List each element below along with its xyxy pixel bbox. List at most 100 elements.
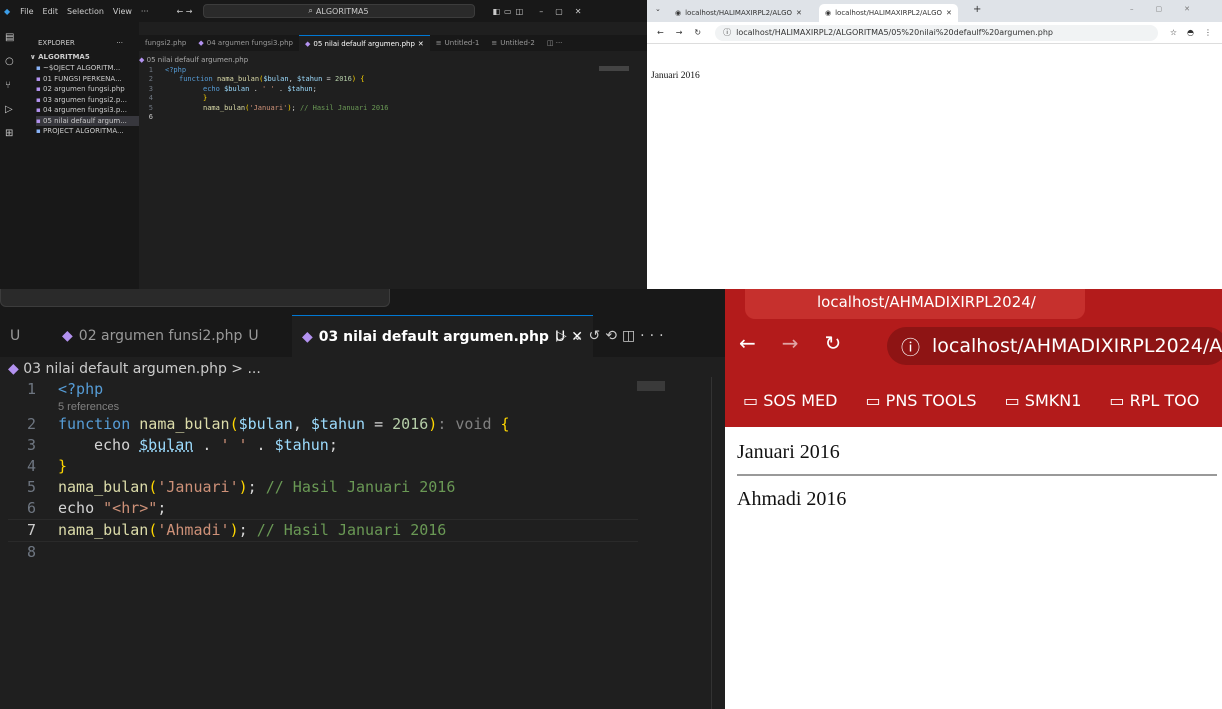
line-number: 6 — [148, 113, 153, 122]
tab-status: U — [248, 328, 259, 344]
command-center[interactable] — [0, 289, 390, 307]
url-text: localhost/HALIMAXIRPL2/ALGORITMA5/05%20n… — [736, 28, 1053, 37]
code-editor[interactable]: 1 <?php 5 references 2 function nama_bulan… — [8, 379, 638, 563]
bookmarks-bar: ▭ SOS MED ▭ PNS TOOLS ▭ SMKN1 ▭ RPL TOO — [743, 391, 1199, 410]
tree-item-selected[interactable]: ▪ 05 nilai defaulf argum... — [36, 115, 139, 126]
nav-buttons[interactable]: ←→↻ — [657, 28, 713, 37]
horizontal-rule — [737, 474, 1217, 476]
url-text: localhost/AHMADIXIRPL2024/ALG — [932, 335, 1222, 357]
tab-nilai-defaulf[interactable]: ◆ 05 nilai defaulf argumen.php ✕ — [298, 35, 430, 51]
minimap[interactable] — [637, 381, 665, 391]
text-file-icon: ≡ — [491, 39, 498, 47]
scrollbar[interactable] — [711, 377, 725, 709]
folder-icon: ▭ — [865, 391, 881, 410]
globe-icon: ◉ — [675, 9, 682, 17]
tree-item[interactable]: ▪ PROJECT ALGORITMA... — [36, 126, 139, 137]
menu-view[interactable]: View — [113, 7, 132, 16]
bookmark-sos-med[interactable]: ▭ SOS MED — [743, 391, 837, 410]
breadcrumb[interactable]: ◆ 03 nilai default argumen.php > ... — [8, 361, 261, 377]
breadcrumb-file: 05 nilai defaulf argumen.php — [146, 56, 249, 64]
back-icon: ← — [739, 331, 756, 355]
tab-untitled-2[interactable]: ≡ Untitled-2 — [485, 35, 541, 51]
bookmark-pns-tools[interactable]: ▭ PNS TOOLS — [865, 391, 976, 410]
folder-icon: ▭ — [1004, 391, 1020, 410]
tab-fungsi2[interactable]: fungsi2.php — [139, 35, 192, 51]
tab-argumen-funsi2[interactable]: ◆ 02 argumen funsi2.php U — [52, 315, 269, 357]
tree-item[interactable]: ▪ ~$OJECT ALGORITM... — [36, 63, 139, 74]
output-line-1: Januari 2016 — [737, 441, 840, 463]
address-bar[interactable]: ⓘ localhost/AHMADIXIRPL2024/ALG — [887, 327, 1222, 365]
close-icon[interactable]: ✕ — [418, 40, 424, 48]
window-controls[interactable]: –▢✕ — [539, 7, 593, 16]
tab-search-icon[interactable]: ⌄ — [655, 5, 661, 13]
breadcrumb[interactable]: ◆ 05 nilai defaulf argumen.php — [139, 56, 248, 64]
new-tab-icon[interactable]: + — [973, 4, 981, 15]
chrome-header: localhost/AHMADIXIRPL2024/ ← → ↻ ⓘ localhos… — [725, 289, 1222, 427]
php-icon: ◆ — [62, 328, 73, 344]
code-editor[interactable]: 1 <?php 2 function nama_bulan($bulan, $tah… — [139, 66, 389, 122]
title-bar: ◆ File Edit Selection View ··· ← → ⌕ ALG… — [0, 0, 647, 22]
php-icon: ◆ — [302, 328, 313, 345]
line-number: 4 — [148, 94, 153, 103]
command-center-search[interactable]: ⌕ ALGORITMA5 — [202, 4, 475, 18]
chrome-tab[interactable]: localhost/AHMADIXIRPL2024/ — [745, 289, 1085, 319]
page-output: Januari 2016 — [651, 71, 700, 81]
minimap[interactable] — [599, 66, 629, 71]
address-bar[interactable]: ⓘ localhost/HALIMAXIRPL2/ALGORITMA5/05%2… — [715, 24, 1158, 41]
menu-file[interactable]: File — [20, 7, 33, 16]
search-icon: ⌕ — [308, 6, 313, 15]
tab-untitled-1[interactable]: ≡ Untitled-1 — [430, 35, 486, 51]
tree-item[interactable]: ▪ 04 argumen fungsi3.p... — [36, 105, 139, 116]
folder-name: ALGORITMA5 — [38, 53, 90, 61]
bookmark-smkn1[interactable]: ▭ SMKN1 — [1005, 391, 1082, 410]
folder-icon: ▭ — [743, 391, 759, 410]
output-line-2: Ahmadi 2016 — [737, 488, 847, 510]
folder-header[interactable]: ∨ ALGORITMA5 — [22, 53, 139, 61]
php-icon: ◆ — [304, 39, 311, 48]
chrome-toolbar: ←→↻ ⓘ localhost/HALIMAXIRPL2/ALGORITMA5/… — [647, 22, 1222, 44]
file-tree: ▪ ~$OJECT ALGORITM... ▪ 01 FUNGSI PERKEN… — [22, 63, 139, 137]
close-icon[interactable]: ✕ — [796, 9, 802, 17]
reload-icon: ↻ — [824, 331, 842, 355]
layout-icons[interactable]: ◧▭◫ — [493, 7, 528, 16]
explorer-title: EXPLORER — [38, 39, 75, 47]
tree-item[interactable]: ▪ 03 argumen fungsi2.p... — [36, 95, 139, 106]
menu-selection[interactable]: Selection — [67, 7, 104, 16]
globe-icon: ◉ — [825, 9, 832, 17]
chrome-tab-2[interactable]: ◉ localhost/HALIMAXIRPL2/ALGO ✕ — [819, 4, 958, 22]
window-controls[interactable]: –▢✕ — [1130, 5, 1212, 13]
page-output: Januari 2016 Ahmadi 2016 — [737, 441, 1217, 511]
bookmark-rpl[interactable]: ▭ RPL TOO — [1109, 391, 1199, 410]
text-file-icon: ≡ — [435, 39, 442, 47]
tab-left-status: U — [10, 328, 21, 344]
activity-icons[interactable]: ▤ ○ ⑂ ▷ ⊞ — [0, 22, 22, 150]
close-icon[interactable]: ✕ — [946, 9, 952, 17]
line-number: 2 — [26, 415, 36, 433]
menu-edit[interactable]: Edit — [43, 7, 59, 16]
title-bar — [0, 289, 725, 315]
chrome-tab-1[interactable]: ◉ localhost/HALIMAXIRPL2/ALGO ✕ — [669, 4, 808, 22]
bottom-chrome-window: localhost/AHMADIXIRPL2024/ ← → ↻ ⓘ localhos… — [725, 289, 1222, 709]
nav-buttons[interactable]: ←→↻ — [739, 331, 841, 355]
php-icon: ◆ — [198, 39, 204, 47]
breadcrumb-file: 03 nilai default argumen.php > ... — [23, 361, 261, 377]
line-number: 5 — [26, 478, 36, 496]
menu-more[interactable]: ··· — [141, 7, 149, 16]
line-number: 4 — [26, 457, 36, 475]
editor-actions[interactable]: ▷⌄↺⟲◫··· — [546, 315, 679, 357]
bookmark-star-icon[interactable]: ☆◓⋮ — [1170, 28, 1222, 37]
activity-bar: ▤ ○ ⑂ ▷ ⊞ — [0, 22, 22, 289]
tab-argumen-fungsi3[interactable]: ◆ 04 argumen fungsi3.php — [192, 35, 299, 51]
line-number: 3 — [26, 436, 36, 454]
editor-tabs: U ◆ 02 argumen funsi2.php U ◆ 03 nilai defa… — [0, 315, 725, 357]
tree-item[interactable]: ▪ 01 FUNGSI PERKENA... — [36, 74, 139, 85]
chrome-tab-strip: ⌄ ◉ localhost/HALIMAXIRPL2/ALGO ✕ ◉ localho… — [647, 0, 1222, 22]
tree-item[interactable]: ▪ 02 argumen fungsi.php — [36, 84, 139, 95]
editor-tabs: fungsi2.php ◆ 04 argumen fungsi3.php ◆ 05 … — [139, 35, 647, 51]
info-icon: ⓘ — [723, 28, 732, 37]
split-editor-icon[interactable]: ◫ ··· — [541, 35, 569, 51]
line-number: 2 — [148, 75, 153, 84]
nav-arrows-icon[interactable]: ← → — [177, 7, 193, 16]
info-icon: ⓘ — [901, 336, 921, 359]
more-icon[interactable]: ··· — [116, 39, 123, 47]
